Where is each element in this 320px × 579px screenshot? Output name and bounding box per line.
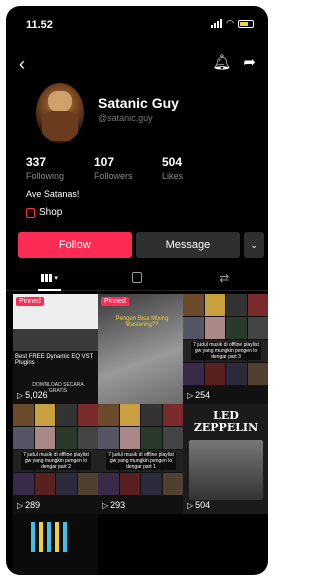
view-count: 293 bbox=[102, 500, 125, 510]
display-name: Satanic Guy bbox=[98, 95, 179, 111]
video-caption: Best FREE Dynamic EQ VST Plugins bbox=[15, 354, 94, 366]
status-bar: 11.52 ◠ bbox=[6, 6, 268, 40]
wifi-icon: ◠ bbox=[226, 18, 234, 28]
shopping-bag-icon bbox=[131, 272, 142, 283]
video-thumbnail[interactable]: Pinned Best FREE Dynamic EQ VST Plugins … bbox=[13, 294, 98, 404]
stat-likes[interactable]: 504 Likes bbox=[162, 155, 230, 185]
profile-header: Satanic Guy @satanic.guy bbox=[18, 83, 258, 149]
view-count: 5,026 bbox=[17, 390, 48, 400]
profile-stats: 337 Following 107 Followers 504 Likes bbox=[26, 155, 246, 185]
video-thumbnail[interactable]: 7 judul musik di offline playlist gw yan… bbox=[98, 404, 183, 514]
video-caption: 7 judul musik di offline playlist gw yan… bbox=[106, 452, 176, 470]
tab-videos[interactable]: ▾ bbox=[6, 265, 93, 291]
stat-followers[interactable]: 107 Followers bbox=[94, 155, 162, 185]
stat-value: 337 bbox=[26, 155, 47, 169]
view-count: 254 bbox=[187, 390, 210, 400]
more-dropdown-button[interactable]: ⌄ bbox=[244, 232, 264, 258]
video-caption: LED ZEPPELIN bbox=[193, 409, 259, 434]
status-icons: ◠ bbox=[211, 18, 254, 29]
bell-icon[interactable]: 🔔︎ bbox=[212, 53, 231, 71]
stat-value: 107 bbox=[94, 155, 115, 169]
bio-text: Ave Satanas! bbox=[26, 189, 80, 199]
tab-shop[interactable] bbox=[93, 265, 180, 290]
signal-icon bbox=[211, 19, 223, 28]
nav-actions: 🔔︎ ➦ bbox=[212, 53, 256, 71]
battery-icon bbox=[238, 19, 254, 28]
repost-icon: ⇄ bbox=[219, 270, 230, 285]
message-button[interactable]: Message bbox=[135, 232, 241, 258]
status-time: 11.52 bbox=[26, 19, 53, 31]
video-thumbnail[interactable]: Pinned Pengen Bisa Mixing Mastering?? bbox=[98, 294, 183, 404]
pinned-badge: Pinned bbox=[16, 297, 44, 306]
profile-actions: Follow Message ⌄ bbox=[18, 232, 264, 260]
profile-tabs: ▾ ⇄ bbox=[6, 265, 268, 291]
stat-value: 504 bbox=[162, 155, 183, 169]
stat-following[interactable]: 337 Following bbox=[26, 155, 94, 185]
video-caption: 7 judul musik di offline playlist gw yan… bbox=[191, 342, 261, 360]
video-thumbnail[interactable]: LED ZEPPELIN 504 bbox=[183, 404, 268, 514]
video-caption: 7 judul musik di offline playlist gw yan… bbox=[21, 452, 91, 470]
view-count: 504 bbox=[187, 500, 210, 510]
video-thumbnail[interactable]: 7 judul musik di offline playlist gw yan… bbox=[13, 404, 98, 514]
shop-link[interactable]: Shop bbox=[26, 207, 62, 218]
follow-button[interactable]: Follow bbox=[18, 232, 132, 258]
band-photo bbox=[189, 440, 263, 500]
tab-reposts[interactable]: ⇄ bbox=[181, 265, 268, 290]
username: @satanic.guy bbox=[98, 113, 153, 123]
share-icon[interactable]: ➦ bbox=[243, 53, 256, 71]
phone-screen: 11.52 ◠ ‹ 🔔︎ ➦ Satanic Guy @satanic.guy … bbox=[6, 6, 268, 575]
stat-label: Followers bbox=[94, 171, 133, 181]
view-count: 289 bbox=[17, 500, 40, 510]
grid-icon bbox=[41, 273, 53, 282]
tuner-graphic bbox=[31, 522, 81, 562]
shopping-bag-icon bbox=[26, 207, 35, 218]
stat-label: Likes bbox=[162, 171, 184, 181]
video-caption: Pengen Bisa Mixing Mastering?? bbox=[115, 316, 169, 328]
video-thumbnail[interactable] bbox=[13, 514, 98, 575]
shop-label: Shop bbox=[39, 207, 63, 218]
avatar[interactable] bbox=[36, 83, 84, 143]
top-nav: ‹ 🔔︎ ➦ bbox=[6, 48, 268, 76]
pinned-badge: Pinned bbox=[101, 297, 129, 306]
stat-label: Following bbox=[26, 171, 65, 181]
video-thumbnail[interactable]: 7 judul musik di offline playlist gw yan… bbox=[183, 294, 268, 404]
back-chevron-icon[interactable]: ‹ bbox=[19, 54, 25, 75]
